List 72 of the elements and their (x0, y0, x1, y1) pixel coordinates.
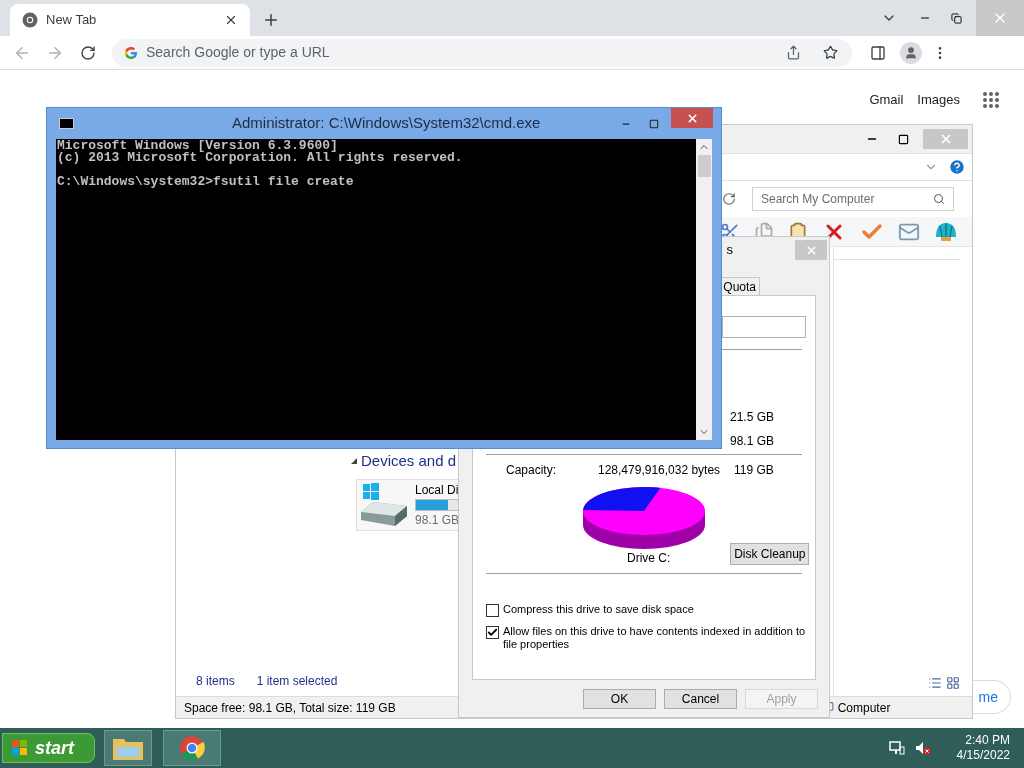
restore-icon[interactable] (951, 12, 962, 24)
search-placeholder: Search My Computer (761, 191, 876, 208)
refresh-icon[interactable] (722, 192, 736, 206)
drive-free-space: 98.1 GB (415, 512, 461, 527)
console-line: (c) 2013 Microsoft Corporation. All rights reserved. (57, 152, 464, 164)
address-placeholder: Search Google or type a URL (146, 43, 331, 62)
console-scrollbar[interactable] (696, 139, 712, 440)
tiles-view-icon[interactable] (946, 676, 960, 690)
dialog-button[interactable]: Cancel (664, 689, 737, 709)
close-icon (685, 111, 699, 125)
console-prompt: C:\Windows\system32>fsutil file create (57, 176, 355, 188)
dialog-button[interactable]: OK (583, 689, 656, 709)
selection-count: 1 item selected (256, 673, 338, 690)
capacity-size: 119 GB (734, 462, 774, 479)
console-icon (59, 118, 74, 129)
checkbox[interactable] (486, 626, 499, 639)
maximize-icon[interactable] (649, 118, 659, 129)
header-link[interactable]: Gmail (869, 90, 904, 110)
capacity-label: Capacity: (506, 462, 558, 479)
new-tab-icon[interactable] (262, 11, 280, 29)
maximize-icon[interactable] (898, 133, 909, 145)
drive-name-field[interactable] (722, 316, 806, 338)
details-view-icon[interactable] (928, 676, 942, 690)
apps-grid-icon[interactable] (982, 90, 1000, 109)
side-panel-icon[interactable] (870, 44, 886, 61)
checkbox-label: Compress this drive to save disk space (503, 603, 695, 616)
drive-label: Drive C: (627, 550, 671, 567)
dialog-tab[interactable]: Quota (719, 277, 760, 295)
taskbar-button[interactable] (104, 730, 152, 766)
section-heading: Devices and d (361, 451, 457, 471)
help-icon[interactable] (948, 158, 966, 176)
clock-date[interactable]: 4/15/2022 (956, 748, 1010, 763)
drive-name: Local Di (415, 482, 460, 497)
dialog-title: s (726, 241, 733, 260)
disk-cleanup-button[interactable]: Disk Cleanup (730, 543, 810, 565)
search-field[interactable]: Search My Computer (752, 187, 954, 211)
muted-speaker-icon[interactable] (914, 740, 931, 756)
location-label: Computer (837, 699, 891, 717)
customize-button[interactable]: me (973, 680, 1011, 714)
clock-time[interactable]: 2:40 PM (965, 733, 1010, 748)
start-button[interactable]: start (2, 733, 95, 763)
window-title: Administrator: C:\Windows\System32\cmd.exe (232, 113, 541, 134)
network-icon[interactable] (888, 740, 905, 756)
scrollbar-thumb[interactable] (697, 155, 711, 177)
header-link[interactable]: Images (917, 90, 960, 110)
shell-icon[interactable] (934, 220, 958, 243)
profile-icon[interactable] (900, 41, 922, 64)
windows-flag-icon (11, 739, 29, 757)
space-info: Space free: 98.1 GB, Total size: 119 GB (184, 699, 396, 717)
checkbox-label: Allow files on this drive to have contents indexed in addition to file properties (503, 625, 807, 651)
search-icon (933, 193, 945, 205)
capacity-bytes: 128,479,916,032 bytes (598, 462, 722, 479)
window-close-button[interactable] (671, 108, 713, 128)
drive-icon (359, 481, 409, 528)
tab-title: New Tab (46, 11, 98, 30)
reload-icon[interactable] (80, 44, 96, 61)
share-icon[interactable] (786, 45, 801, 60)
chrome-logo-icon (179, 735, 205, 761)
browser-tab[interactable]: New Tab (10, 4, 250, 36)
collapse-triangle-icon[interactable] (351, 458, 357, 465)
checkbox[interactable] (486, 604, 499, 617)
chrome-logo-icon (22, 12, 38, 28)
google-g-icon (124, 45, 138, 60)
free-space-value: 98.1 GB (730, 433, 776, 450)
bookmark-star-icon[interactable] (823, 45, 838, 60)
item-count: 8 items (196, 673, 235, 690)
used-space-value: 21.5 GB (730, 409, 776, 426)
address-bar[interactable]: Search Google or type a URL (112, 38, 852, 67)
console-line: Microsoft Windows [Version 6.3.9600] (57, 140, 339, 152)
taskbar-button[interactable] (163, 730, 221, 766)
close-icon (804, 243, 818, 257)
close-icon[interactable] (224, 13, 238, 27)
